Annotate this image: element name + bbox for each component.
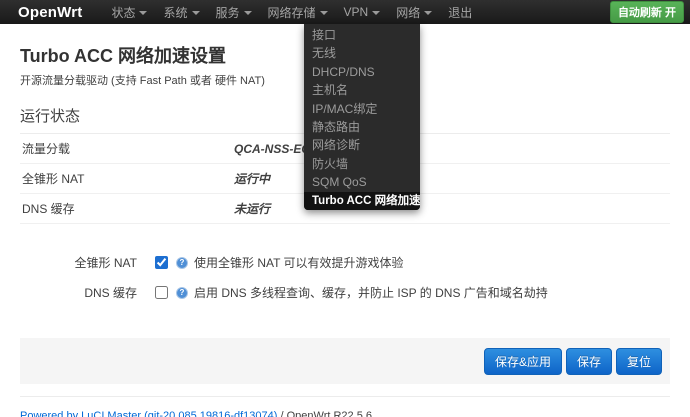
nav-item-label: 状态 [111, 4, 135, 21]
menu-item-interfaces[interactable]: 接口 [304, 26, 420, 44]
top-navbar: OpenWrt 状态 系统 服务 网络存储 VPN [0, 0, 690, 24]
status-value-offloading: QCA-NSS-ECM [232, 134, 670, 164]
menu-item-firewall[interactable]: 防火墙 [304, 155, 420, 173]
menu-item-turbo-acc[interactable]: Turbo ACC 网络加速 [304, 192, 420, 210]
menu-item-diagnostics[interactable]: 网络诊断 [304, 136, 420, 154]
nav-item-status[interactable]: 状态 [103, 0, 155, 24]
footer: Powered by LuCI Master (git-20.085.19816… [20, 410, 670, 417]
settings-form: 全锥形 NAT 使用全锥形 NAT 可以有效提升游戏体验 DNS 缓存 启用 D… [20, 254, 670, 301]
nav-item-nas[interactable]: 网络存储 [260, 0, 336, 24]
status-label-fullcone-nat: 全锥形 NAT [20, 164, 232, 194]
chevron-down-icon [320, 11, 328, 15]
nav-item-label: 服务 [216, 4, 240, 21]
menu-item-ip-mac-bind[interactable]: IP/MAC绑定 [304, 100, 420, 118]
nav-item-system[interactable]: 系统 [155, 0, 207, 24]
nav-item-label: 系统 [163, 4, 187, 21]
status-value-dns-cache: 未运行 [232, 194, 670, 224]
fullcone-nat-label: 全锥形 NAT [20, 254, 137, 271]
nav-item-logout[interactable]: 退出 [440, 0, 480, 24]
menu-item-static-routes[interactable]: 静态路由 [304, 118, 420, 136]
chevron-down-icon [139, 11, 147, 15]
dns-cache-label: DNS 缓存 [20, 284, 137, 301]
form-row-dns-cache: DNS 缓存 启用 DNS 多线程查询、缓存，并防止 ISP 的 DNS 广告和… [20, 284, 670, 301]
status-label-dns-cache: DNS 缓存 [20, 194, 232, 224]
fullcone-nat-description: 使用全锥形 NAT 可以有效提升游戏体验 [194, 254, 404, 271]
nav-menu: 状态 系统 服务 网络存储 VPN 网络 [103, 0, 480, 24]
help-icon [176, 287, 188, 299]
menu-item-sqm-qos[interactable]: SQM QoS [304, 173, 420, 191]
network-dropdown-menu: 接口 无线 DHCP/DNS 主机名 IP/MAC绑定 静态路由 网络诊断 防火… [304, 24, 420, 210]
nav-item-label: 网络存储 [268, 4, 316, 21]
auto-refresh-toggle[interactable]: 自动刷新 开 [610, 1, 684, 23]
nav-item-vpn[interactable]: VPN [336, 0, 389, 24]
openwrt-version-text: / OpenWrt R22.5.6 [277, 410, 372, 417]
nav-item-services[interactable]: 服务 [208, 0, 260, 24]
nav-item-label: 网络 [396, 4, 420, 21]
save-apply-button[interactable]: 保存&应用 [484, 348, 562, 375]
dns-cache-checkbox[interactable] [155, 286, 168, 299]
nav-item-network[interactable]: 网络 [388, 0, 440, 24]
openwrt-luci-page: OpenWrt 状态 系统 服务 网络存储 VPN [0, 0, 690, 417]
chevron-down-icon [244, 11, 252, 15]
nav-item-label: 退出 [448, 4, 472, 21]
form-actions-bar: 保存&应用 保存 复位 [20, 338, 670, 384]
status-value-fullcone-nat: 运行中 [232, 164, 670, 194]
chevron-down-icon [372, 11, 380, 15]
form-row-fullcone-nat: 全锥形 NAT 使用全锥形 NAT 可以有效提升游戏体验 [20, 254, 670, 271]
help-icon [176, 257, 188, 269]
footer-divider [20, 396, 670, 397]
chevron-down-icon [192, 11, 200, 15]
status-label-offloading: 流量分载 [20, 134, 232, 164]
menu-item-wireless[interactable]: 无线 [304, 44, 420, 62]
openwrt-brand[interactable]: OpenWrt [18, 4, 82, 21]
luci-version-link[interactable]: Powered by LuCI Master (git-20.085.19816… [20, 410, 277, 417]
fullcone-nat-checkbox[interactable] [155, 256, 168, 269]
nav-item-label: VPN [344, 5, 369, 19]
dns-cache-description: 启用 DNS 多线程查询、缓存，并防止 ISP 的 DNS 广告和域名劫持 [194, 284, 548, 301]
chevron-down-icon [424, 11, 432, 15]
save-button[interactable]: 保存 [566, 348, 612, 375]
menu-item-dhcp-dns[interactable]: DHCP/DNS [304, 63, 420, 81]
menu-item-hostnames[interactable]: 主机名 [304, 81, 420, 99]
reset-button[interactable]: 复位 [616, 348, 662, 375]
